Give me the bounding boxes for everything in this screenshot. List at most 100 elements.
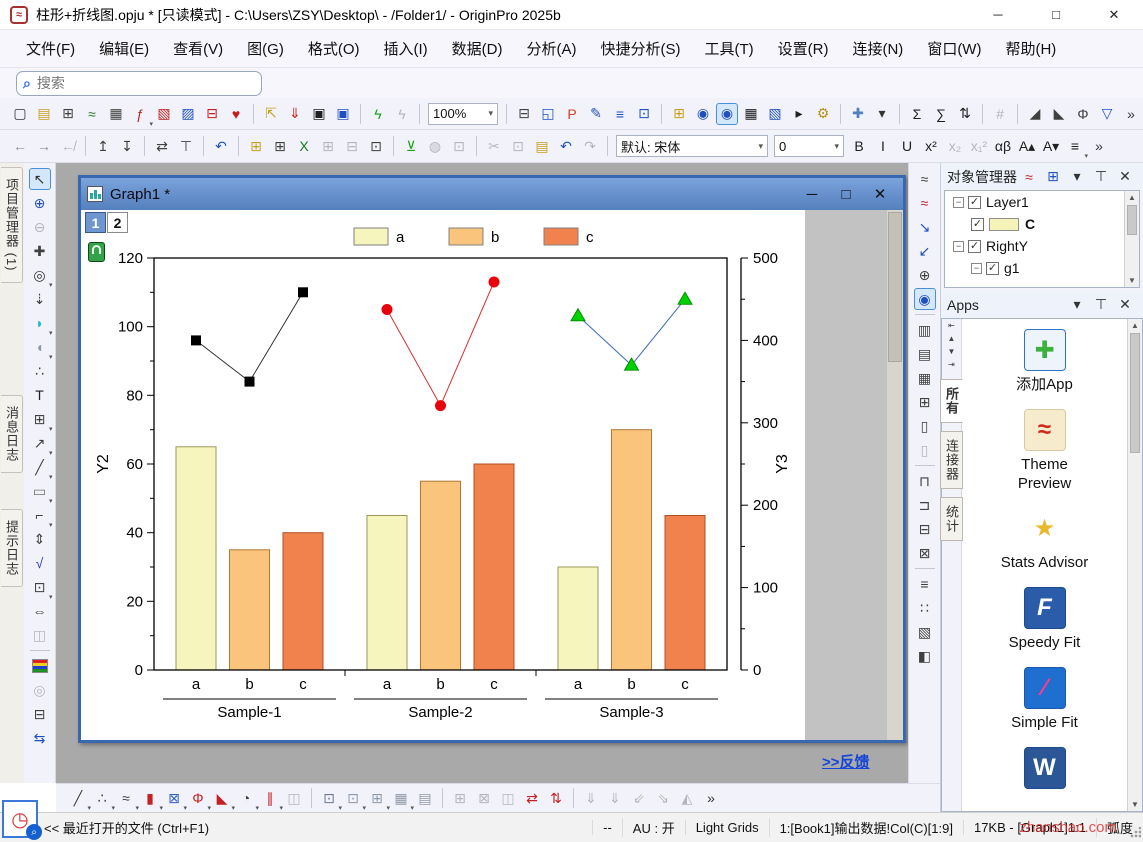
om-close-icon[interactable]: ✕	[1114, 166, 1136, 188]
area-plot-button[interactable]: ◣ ▾	[211, 787, 235, 813]
scale-in-button[interactable]: ≈	[914, 192, 936, 214]
visibility-checkbox[interactable]: ✓	[971, 217, 984, 231]
app-item-Simple Fit[interactable]: ∕ Simple Fit	[999, 666, 1091, 733]
annotation-tool[interactable]: ⊞ ▾	[29, 408, 53, 434]
apps-menu-icon[interactable]: ▾	[1066, 294, 1088, 316]
set-values-button[interactable]: #	[989, 103, 1011, 125]
new-function-plot-button[interactable]: ƒ ▾	[129, 103, 153, 128]
data-filter-button[interactable]: ▽	[1096, 103, 1118, 125]
unmask-range-tool[interactable]: ◖ ▾	[29, 336, 52, 361]
subscript-button[interactable]: x₂	[944, 135, 966, 157]
graph1-close-button[interactable]: ✕	[863, 185, 897, 203]
mask-range-tool[interactable]: ◗ ▾	[29, 312, 52, 337]
object-manager-row-g1[interactable]: − ✓ g1	[945, 257, 1139, 279]
line-symbol-plot-button[interactable]: ≈ ▾	[115, 787, 139, 812]
new-workbook-button[interactable]: ⊞	[57, 103, 79, 125]
column-plot-button[interactable]: ▮ ▾	[139, 787, 163, 813]
app-item-partial[interactable]: W	[1023, 746, 1066, 789]
search-box[interactable]: ⌕	[16, 70, 262, 96]
whole-page-button[interactable]: ↙	[914, 240, 936, 262]
toolbar2-more-button[interactable]: »	[1088, 135, 1110, 157]
polar-plot-button[interactable]: ◔ ▾	[235, 787, 259, 812]
apps-pin-icon[interactable]: ⊤	[1090, 294, 1112, 316]
fit-layer-button[interactable]: ◧	[914, 645, 936, 667]
app-item-Speedy Fit[interactable]: F Speedy Fit	[999, 587, 1091, 653]
nav-back-button[interactable]: ←	[9, 135, 31, 157]
graph1-restore-button[interactable]: □	[829, 186, 863, 203]
subsuperscript-button[interactable]: x₁²	[968, 135, 990, 157]
axis-scale-button[interactable]: ▯	[914, 415, 936, 437]
send-to-powerpoint-button[interactable]: P	[561, 103, 583, 125]
apps-close-icon[interactable]: ✕	[1114, 294, 1136, 316]
spiral-select-tool[interactable]: ◎	[29, 679, 51, 701]
pin-window-button[interactable]: ⊤	[175, 135, 197, 157]
resize-grip[interactable]	[1129, 827, 1141, 839]
demote-folder-button[interactable]: ↧	[116, 135, 138, 157]
extract-layers-button[interactable]: ⊠	[914, 542, 936, 564]
menu-item-4[interactable]: 格式(O)	[296, 34, 372, 63]
data-reader-tool[interactable]: ◎ ▾	[29, 264, 52, 290]
print-preview-button[interactable]: ◱	[537, 103, 559, 125]
lock-icon[interactable]	[88, 242, 105, 262]
print-button[interactable]: ⊟	[513, 103, 535, 125]
reload-book-button[interactable]: ↶	[210, 135, 232, 157]
plot-ascending-button[interactable]: ◢	[1024, 103, 1046, 125]
feedback-link[interactable]: >>反馈	[822, 751, 870, 772]
arrange-layers-button[interactable]: ◫	[497, 787, 519, 809]
close-button[interactable]: ✕	[1085, 0, 1143, 29]
underline-button[interactable]: U	[896, 135, 918, 157]
align-bottom-button[interactable]: ⇓	[580, 787, 602, 809]
menu-item-7[interactable]: 分析(A)	[515, 34, 589, 63]
object-manager-row-C[interactable]: ✓ C	[945, 213, 1139, 235]
left-dock-tab-1[interactable]: 消息日志	[1, 394, 23, 473]
graph-page-tab-2[interactable]: 2	[107, 212, 128, 233]
increase-font-button[interactable]: A▴	[1016, 135, 1038, 157]
line-tool[interactable]: ╱ ▾	[29, 456, 52, 482]
apps-tab-1[interactable]: 连接器	[940, 431, 963, 489]
layout-strip-button[interactable]: ≡	[609, 103, 631, 125]
recent-files-button[interactable]: ◷ ⌕	[2, 800, 42, 840]
stock-plot-button[interactable]: ∥ ▾	[259, 787, 284, 813]
new-graph-button[interactable]: ≈	[81, 103, 103, 125]
undo-button[interactable]: ↶	[555, 135, 577, 157]
menu-item-8[interactable]: 快捷分析(S)	[589, 34, 693, 63]
fit-page-button[interactable]: ⊞	[449, 787, 471, 809]
add-right-y-layer-button[interactable]: ⊐	[914, 494, 936, 516]
om-plot-mode-icon[interactable]: ≈	[1018, 166, 1040, 188]
layer-grid9-button[interactable]: ▦	[914, 367, 936, 389]
axis-scale2-button[interactable]: ▯	[914, 439, 936, 461]
sort-button[interactable]: ⇅	[954, 103, 976, 125]
insert-sheet-button[interactable]: ⊟	[341, 135, 363, 157]
menu-item-1[interactable]: 编辑(E)	[87, 34, 161, 63]
graph1-minimize-button[interactable]: ─	[795, 186, 829, 203]
new-favorites-button[interactable]: ♥	[225, 103, 247, 125]
cut-button[interactable]: ✂	[483, 135, 505, 157]
layer-panel-button[interactable]: ▥	[914, 319, 936, 341]
extract-to-layers-button[interactable]: ⊡ ▾	[342, 787, 366, 813]
append-sheet-button[interactable]: ⊞	[317, 135, 339, 157]
rescale-axes-button[interactable]: ≈	[914, 168, 936, 190]
add-column-button[interactable]: ✚	[847, 103, 869, 125]
menu-item-11[interactable]: 连接(N)	[840, 34, 915, 63]
open-template-button[interactable]: ⇱	[260, 103, 282, 125]
extract-to-graph-button[interactable]: ⊡ ▾	[318, 787, 342, 813]
graph1-window[interactable]: Graph1 * ─ □ ✕ 12 0 20 40 60 80 100 120 0 100 200…	[78, 175, 906, 743]
clone-import-button[interactable]: ⊡	[448, 135, 470, 157]
object-manager-row-RightY[interactable]: − ✓ RightY	[945, 235, 1139, 257]
promote-folder-button[interactable]: ↥	[92, 135, 114, 157]
stop-script-button[interactable]: ϟ	[391, 103, 413, 125]
copy-button[interactable]: ⊡	[507, 135, 529, 157]
align-layers-button[interactable]: ≡	[914, 573, 936, 595]
apps-scrollbar[interactable]: ▲ ▼	[1127, 319, 1142, 811]
layer-properties-button[interactable]: ▧	[914, 621, 936, 643]
apps-scroll-arrow-1[interactable]: ▲	[948, 332, 956, 345]
equation-tool[interactable]: √	[29, 552, 51, 574]
add-inset-graph-button[interactable]: ⊞ ▾	[366, 787, 390, 813]
apps-scroll-arrow-2[interactable]: ▼	[948, 345, 956, 358]
zoom-in-graph-button[interactable]: ⊕	[914, 264, 936, 286]
merge-layers-button[interactable]: ⊟	[914, 518, 936, 540]
copy-page-button[interactable]: ⊡	[633, 103, 655, 125]
data-cursor-tool[interactable]: ⇣	[29, 288, 51, 310]
menu-item-13[interactable]: 帮助(H)	[993, 34, 1068, 63]
refresh-window-button[interactable]: ⇄	[151, 135, 173, 157]
